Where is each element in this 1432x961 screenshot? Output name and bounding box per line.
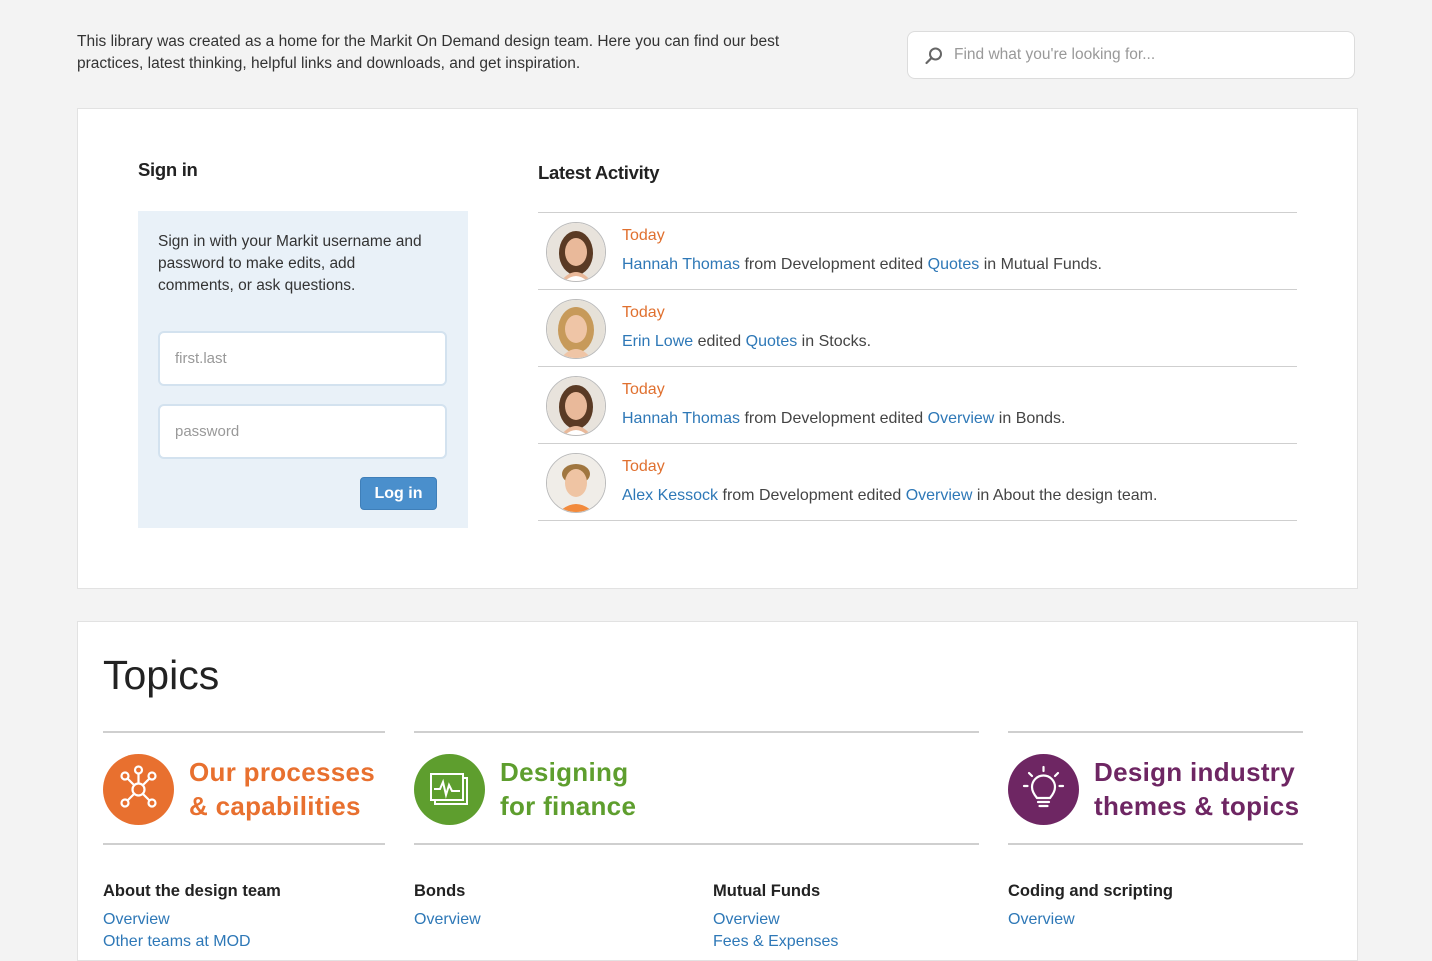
search-input[interactable]	[954, 32, 1344, 78]
topic-column-bonds: Bonds Overview	[414, 882, 481, 931]
activity-action: edited	[693, 333, 746, 350]
activity-date: Today	[622, 304, 665, 321]
avatar[interactable]	[546, 453, 606, 513]
password-field[interactable]	[158, 404, 447, 459]
activity-list: Today Hannah Thomas from Development edi…	[538, 212, 1297, 521]
topic-link[interactable]: Overview	[414, 909, 481, 931]
activity-user-link[interactable]: Erin Lowe	[622, 333, 693, 350]
topic-label[interactable]: Our processes & capabilities	[189, 755, 375, 823]
activity-heading: Latest Activity	[538, 162, 660, 183]
topic-column-design-team: About the design team Overview Other tea…	[103, 882, 281, 953]
login-button[interactable]: Log in	[360, 477, 437, 510]
lightbulb-icon	[1008, 754, 1079, 825]
activity-page-link[interactable]: Overview	[906, 487, 973, 504]
network-icon	[103, 754, 174, 825]
activity-location: in Bonds.	[994, 410, 1066, 427]
activity-date: Today	[622, 227, 665, 244]
username-field[interactable]	[158, 331, 447, 386]
topic-label[interactable]: Design industry themes & topics	[1094, 755, 1299, 823]
signin-heading: Sign in	[138, 159, 198, 180]
topic-label-line1: Designing	[500, 757, 629, 787]
avatar[interactable]	[546, 376, 606, 436]
topic-label[interactable]: Designing for finance	[500, 755, 636, 823]
activity-text: Erin Lowe edited Quotes in Stocks.	[622, 333, 871, 351]
activity-action: from Development edited	[740, 256, 928, 273]
activity-page-link[interactable]: Quotes	[928, 256, 980, 273]
activity-page-link[interactable]: Overview	[928, 410, 995, 427]
column-heading: Coding and scripting	[1008, 882, 1173, 900]
topic-industry[interactable]: Design industry themes & topics	[1008, 731, 1303, 845]
topics-card: Topics Our processes & capabilities Desi…	[77, 621, 1358, 961]
activity-date: Today	[622, 458, 665, 475]
topic-label-line2: & capabilities	[189, 791, 361, 821]
activity-text: Alex Kessock from Development edited Ove…	[622, 487, 1157, 505]
activity-location: in About the design team.	[972, 487, 1158, 504]
activity-location: in Mutual Funds.	[979, 256, 1102, 273]
topic-finance[interactable]: Designing for finance	[414, 731, 979, 845]
activity-text: Hannah Thomas from Development edited Qu…	[622, 256, 1102, 274]
activity-item: Today Erin Lowe edited Quotes in Stocks.	[538, 290, 1297, 367]
signin-activity-card: Sign in Sign in with your Markit usernam…	[77, 108, 1358, 589]
activity-date: Today	[622, 381, 665, 398]
activity-item: Today Alex Kessock from Development edit…	[538, 444, 1297, 521]
topic-link[interactable]: Fees & Expenses	[713, 931, 838, 953]
activity-action: from Development edited	[718, 487, 906, 504]
topics-heading: Topics	[103, 652, 220, 698]
topic-label-line2: themes & topics	[1094, 791, 1300, 821]
topic-label-line2: for finance	[500, 791, 637, 821]
signin-panel: Sign in with your Markit username and pa…	[138, 211, 468, 528]
activity-item: Today Hannah Thomas from Development edi…	[538, 367, 1297, 444]
column-heading: Bonds	[414, 882, 466, 900]
intro-text: This library was created as a home for t…	[77, 33, 780, 72]
activity-action: from Development edited	[740, 410, 928, 427]
chart-icon	[414, 754, 485, 825]
topic-label-line1: Our processes	[189, 757, 375, 787]
activity-text: Hannah Thomas from Development edited Ov…	[622, 410, 1066, 428]
activity-user-link[interactable]: Alex Kessock	[622, 487, 718, 504]
topic-column-coding: Coding and scripting Overview	[1008, 882, 1173, 931]
activity-location: in Stocks.	[797, 333, 872, 350]
topic-link[interactable]: Overview	[713, 909, 838, 931]
topic-link[interactable]: Overview	[1008, 909, 1173, 931]
topic-label-line1: Design industry	[1094, 757, 1295, 787]
topic-processes[interactable]: Our processes & capabilities	[103, 731, 385, 845]
topic-link[interactable]: Other teams at MOD	[103, 931, 281, 953]
column-heading: About the design team	[103, 882, 281, 900]
avatar[interactable]	[546, 299, 606, 359]
column-heading: Mutual Funds	[713, 882, 821, 900]
signin-description: Sign in with your Markit username and pa…	[158, 233, 422, 294]
topic-link[interactable]: Overview	[103, 909, 281, 931]
search-icon	[925, 47, 942, 65]
activity-user-link[interactable]: Hannah Thomas	[622, 256, 740, 273]
topic-column-mutual-funds: Mutual Funds Overview Fees & Expenses	[713, 882, 838, 953]
activity-user-link[interactable]: Hannah Thomas	[622, 410, 740, 427]
activity-page-link[interactable]: Quotes	[746, 333, 798, 350]
search-box[interactable]	[907, 31, 1355, 79]
avatar[interactable]	[546, 222, 606, 282]
activity-item: Today Hannah Thomas from Development edi…	[538, 213, 1297, 290]
